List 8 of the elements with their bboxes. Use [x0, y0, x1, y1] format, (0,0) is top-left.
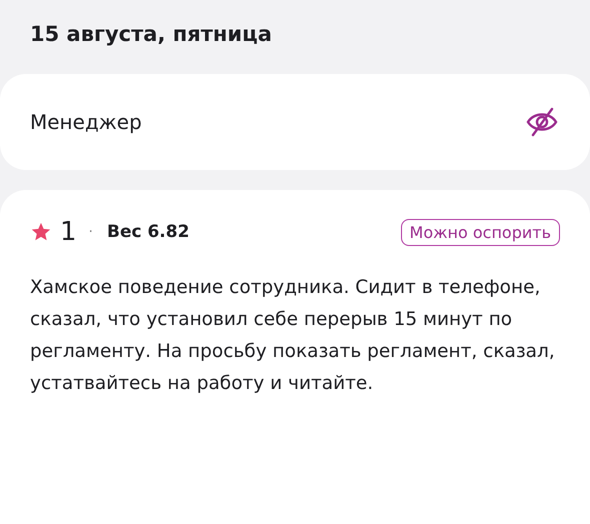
review-text: Хамское поведение сотрудника. Сидит в телефоне, сказал, что установил себе перерыв 15 минут по регламенту. На просьбу показать регламент, сказал, устатвайтесь на работу и читайте.: [30, 276, 556, 396]
role-label: Менеджер: [30, 110, 142, 134]
weight-label: Вес 6.82: [107, 222, 190, 242]
dispute-button[interactable]: Можно оспорить: [400, 218, 560, 246]
rating-value: 1: [60, 217, 77, 247]
separator-dot: ·: [88, 224, 93, 240]
date-heading: 15 августа, пятница: [30, 22, 273, 48]
star-icon: [30, 221, 52, 243]
